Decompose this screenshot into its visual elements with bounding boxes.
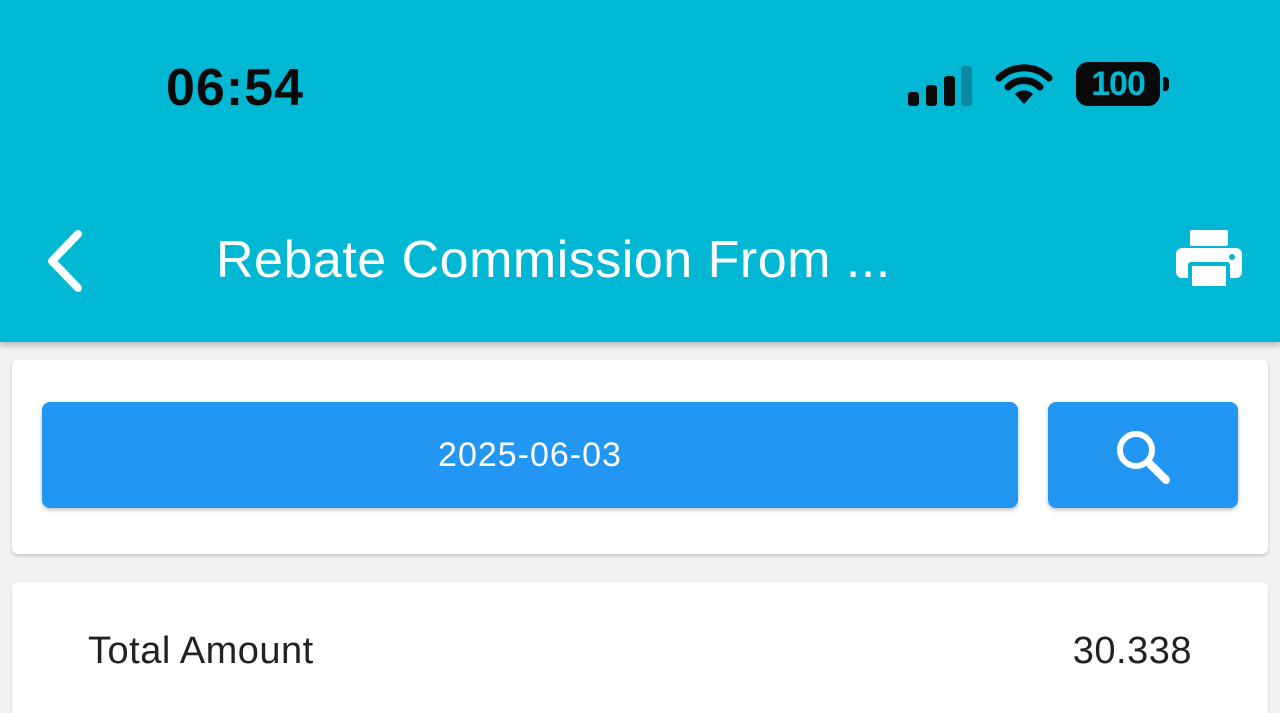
battery-icon: 100 — [1076, 62, 1160, 106]
search-button[interactable] — [1048, 402, 1238, 508]
printer-icon[interactable] — [1174, 228, 1244, 290]
battery-tip — [1163, 77, 1169, 91]
app-screen: 06:54 100 Rebate Commission From ... 202… — [0, 0, 1280, 713]
back-chevron-icon[interactable] — [40, 226, 96, 296]
page-title: Rebate Commission From ... — [216, 231, 891, 289]
total-amount-value: 30.338 — [1072, 630, 1192, 672]
filter-card: 2025-06-03 — [12, 360, 1268, 554]
app-header: 06:54 100 Rebate Commission From ... — [0, 0, 1280, 342]
search-icon — [1117, 431, 1170, 484]
total-amount-label: Total Amount — [88, 630, 314, 672]
wifi-icon — [995, 64, 1053, 104]
status-time: 06:54 — [166, 59, 304, 117]
signal-icon — [908, 66, 972, 106]
date-picker-button[interactable]: 2025-06-03 — [42, 402, 1018, 508]
summary-card: Total Amount 30.338 — [12, 582, 1268, 713]
